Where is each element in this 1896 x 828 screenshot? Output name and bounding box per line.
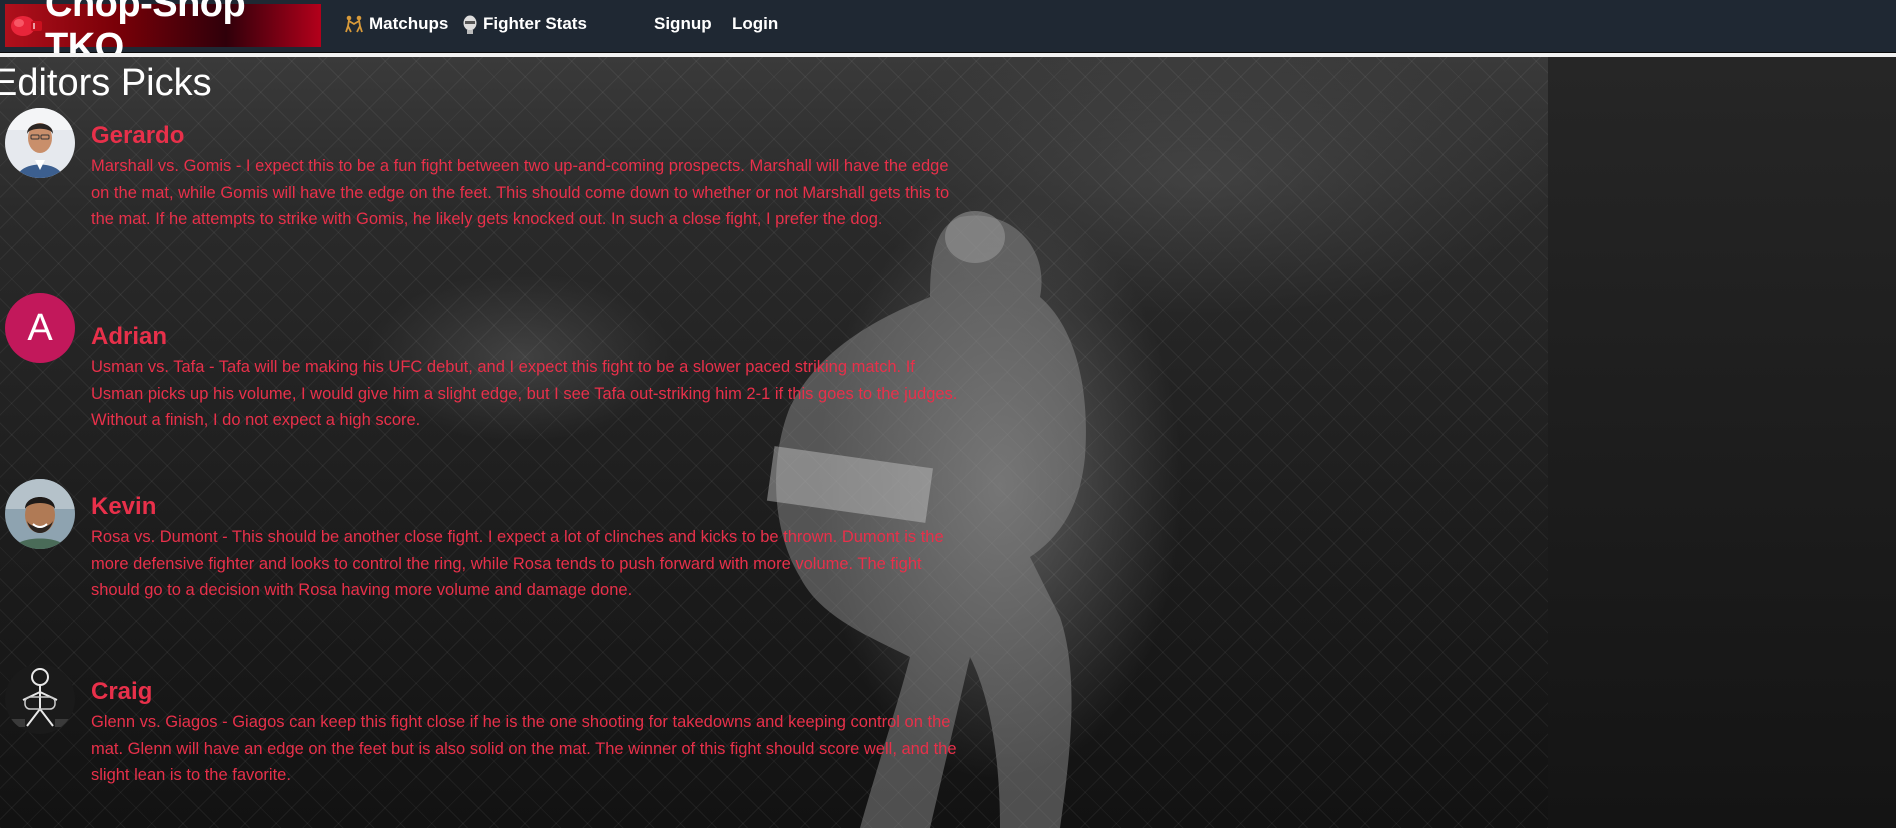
pick-text: Marshall vs. Gomis - I expect this to be… [91,157,950,228]
fighter-head-icon [462,15,478,34]
avatar [5,479,75,549]
background-right-panel [1548,57,1896,828]
avatar [5,664,75,734]
fighters-icon [344,15,364,33]
page-title: Editors Picks [0,62,212,104]
brand-logo[interactable]: Chop-Shop TKO [5,0,321,68]
nav-fighter-stats-label: Fighter Stats [483,14,587,33]
pick-text: Usman vs. Tafa - Tafa will be making his… [91,358,958,429]
boxing-glove-icon [9,11,43,41]
nav-signup-label: Signup [654,14,712,33]
editor-name: Kevin [91,493,157,520]
editor-name: Adrian [91,323,168,350]
avatar: A [5,293,75,363]
nav-signup[interactable]: Signup [654,14,712,34]
pick-text: Glenn vs. Giagos - Giagos can keep this … [91,713,957,784]
nav-fighter-stats[interactable]: Fighter Stats [462,14,587,34]
editors-picks-section: Editors Picks Gerardo Marshall vs. Gomis… [0,57,1896,828]
nav-login[interactable]: Login [732,14,778,34]
nav-login-label: Login [732,14,779,33]
pick-text: Rosa vs. Dumont - This should be another… [91,528,944,599]
editor-name: Craig [91,678,153,705]
top-navbar: Chop-Shop TKO Matchups Fighter Stats Sig… [0,0,1896,68]
nav-matchups-label: Matchups [369,14,449,33]
avatar [5,108,75,178]
editor-name: Gerardo [91,122,185,149]
nav-matchups[interactable]: Matchups [344,14,448,34]
